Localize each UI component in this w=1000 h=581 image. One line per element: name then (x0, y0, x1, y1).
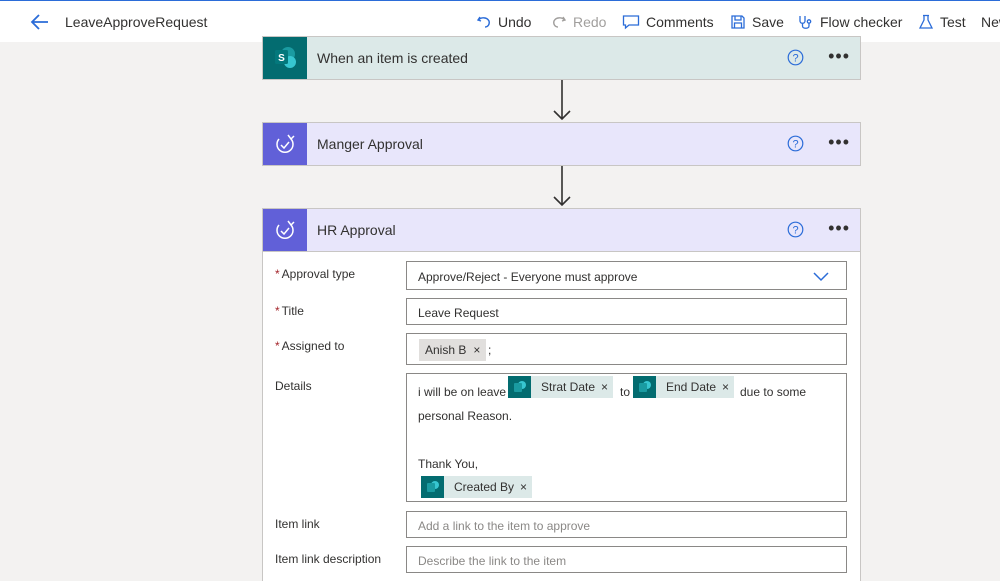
details-input[interactable]: i will be on leave Strat Date × to End D… (406, 373, 847, 502)
title-input[interactable]: Leave Request (406, 298, 847, 325)
back-arrow-icon[interactable] (28, 10, 52, 34)
more-options-icon[interactable]: ••• (828, 46, 850, 66)
connector-arrow-icon (553, 80, 571, 121)
approval-icon (263, 123, 307, 165)
help-icon[interactable]: ? (787, 221, 804, 238)
svg-text:?: ? (792, 53, 798, 65)
svg-text:?: ? (792, 139, 798, 151)
more-options-icon[interactable]: ••• (828, 132, 850, 152)
flow-name: LeaveApproveRequest (65, 14, 208, 30)
person-pill[interactable]: Anish B × (419, 339, 487, 361)
comment-icon (622, 15, 640, 30)
strat-date-token[interactable]: Strat Date × (508, 376, 614, 398)
item-link-label: Item link (275, 517, 320, 531)
details-label: Details (275, 379, 312, 393)
sharepoint-icon (633, 376, 656, 398)
remove-icon[interactable]: × (601, 380, 613, 394)
assigned-to-input[interactable]: Anish B × ; (406, 333, 847, 365)
more-options-icon[interactable]: ••• (828, 218, 850, 238)
created-by-token[interactable]: Created By × (421, 476, 533, 498)
chevron-down-icon (813, 272, 829, 282)
trigger-card[interactable]: S When an item is created ? ••• (262, 36, 861, 80)
hr-approval-form: * Approval type Approve/Reject - Everyone… (262, 252, 861, 581)
flow-checker-button[interactable]: Flow checker (797, 12, 902, 32)
approval-icon (263, 209, 307, 251)
approval-type-label: * Approval type (275, 267, 356, 281)
end-date-token[interactable]: End Date × (633, 376, 735, 398)
undo-icon (476, 16, 490, 28)
sharepoint-icon: S (263, 37, 307, 79)
beaker-icon (918, 14, 934, 29)
help-icon[interactable]: ? (787, 135, 804, 152)
stethoscope-icon (799, 15, 812, 29)
redo-button[interactable]: Redo (551, 12, 606, 32)
svg-text:S: S (278, 53, 285, 64)
sharepoint-icon (508, 376, 531, 398)
save-icon (731, 15, 745, 29)
redo-icon (553, 16, 567, 28)
hr-approval-card[interactable]: HR Approval ? ••• (262, 208, 861, 252)
manager-approval-title: Manger Approval (317, 136, 423, 152)
trigger-title: When an item is created (317, 50, 468, 66)
remove-icon[interactable]: × (520, 480, 532, 494)
remove-icon[interactable]: × (473, 343, 480, 357)
sharepoint-icon (421, 476, 444, 498)
save-button[interactable]: Save (730, 12, 784, 32)
item-link-description-input[interactable]: Describe the link to the item (406, 546, 847, 573)
item-link-description-label: Item link description (275, 552, 382, 566)
new-button[interactable]: New (981, 12, 1000, 32)
comments-button[interactable]: Comments (622, 12, 714, 32)
svg-text:?: ? (792, 225, 798, 237)
connector-arrow-icon (553, 166, 571, 207)
title-label: * Title (275, 304, 304, 318)
undo-button[interactable]: Undo (476, 12, 531, 32)
assigned-to-label: * Assigned to (275, 339, 345, 353)
remove-icon[interactable]: × (722, 380, 734, 394)
hr-approval-title: HR Approval (317, 222, 396, 238)
manager-approval-card[interactable]: Manger Approval ? ••• (262, 122, 861, 166)
help-icon[interactable]: ? (787, 49, 804, 66)
item-link-input[interactable]: Add a link to the item to approve (406, 511, 847, 538)
test-button[interactable]: Test (918, 12, 966, 32)
approval-type-select[interactable]: Approve/Reject - Everyone must approve (406, 261, 847, 290)
